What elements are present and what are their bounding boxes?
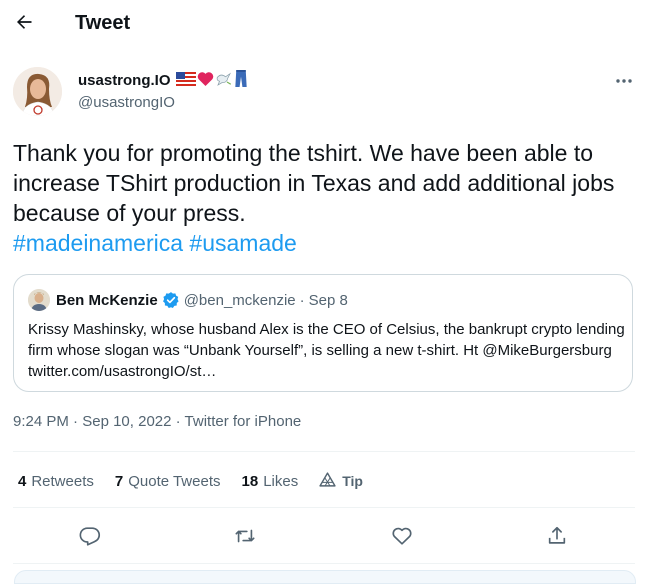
share-icon xyxy=(546,525,568,552)
hashtag-link[interactable]: #madeinamerica xyxy=(13,230,183,256)
quote-date: Sep 8 xyxy=(308,291,348,309)
more-icon xyxy=(615,71,633,89)
quote-author-name: Ben McKenzie xyxy=(56,291,158,309)
page-title: Tweet xyxy=(75,12,131,34)
quote-author-handle: @ben_mckenzie xyxy=(183,291,296,309)
tip-button[interactable]: Tip xyxy=(319,472,363,490)
author-display-name: usastrong.IO xyxy=(78,72,171,89)
quotes-label: Quote Tweets xyxy=(128,472,221,490)
author-handle[interactable]: @usastrongIO xyxy=(78,94,175,111)
like-icon xyxy=(391,525,413,552)
author-avatar[interactable] xyxy=(13,67,62,116)
quote-body: Krissy Mashinsky, whose husband Alex is … xyxy=(28,321,625,380)
tweet-actions xyxy=(0,518,648,558)
retweets-count: 4 xyxy=(18,472,27,490)
red-heart-icon xyxy=(197,71,214,90)
reply-button[interactable] xyxy=(75,523,105,553)
likes-label: Likes xyxy=(263,472,299,490)
tip-icon xyxy=(319,472,342,490)
retweet-icon xyxy=(233,525,257,552)
reply-icon xyxy=(79,525,101,552)
timestamp-separator: · xyxy=(73,413,79,430)
likes-stat[interactable]: 18 Likes xyxy=(242,473,299,490)
divider xyxy=(13,563,635,564)
retweets-stat[interactable]: 4 Retweets xyxy=(18,473,94,490)
author-name[interactable]: usastrong.IO xyxy=(78,70,248,91)
like-button[interactable] xyxy=(387,523,417,553)
tweet-body: Thank you for promoting the tshirt. We h… xyxy=(13,140,615,226)
engagement-stats: 4 Retweets 7 Quote Tweets 18 Likes Tip xyxy=(18,472,363,490)
timestamp-separator: · xyxy=(175,413,181,430)
likes-count: 18 xyxy=(241,472,259,490)
more-options-button[interactable] xyxy=(611,70,637,90)
tweet-timestamp: 9:24 PM · Sep 10, 2022 · Twitter for iPh… xyxy=(13,413,301,430)
quote-tweets-stat[interactable]: 7 Quote Tweets xyxy=(115,473,221,490)
retweet-button[interactable] xyxy=(230,523,260,553)
quote-tweet-card[interactable]: Ben McKenzie @ben_mckenzie · Sep 8 Kriss… xyxy=(13,274,633,392)
quotes-count: 7 xyxy=(114,472,124,490)
tweet-text: Thank you for promoting the tshirt. We h… xyxy=(13,138,635,258)
tweet-source[interactable]: Twitter for iPhone xyxy=(185,413,302,430)
quote-header: Ben McKenzie @ben_mckenzie · Sep 8 xyxy=(56,291,348,309)
share-button[interactable] xyxy=(542,523,572,553)
quote-author-avatar xyxy=(28,289,50,311)
tweet-header: Tweet xyxy=(0,0,648,50)
retweets-label: Retweets xyxy=(31,472,94,490)
dove-icon xyxy=(215,71,233,91)
arrow-left-icon xyxy=(14,12,34,37)
divider xyxy=(13,451,635,452)
tip-label: Tip xyxy=(342,473,363,489)
tweet-time[interactable]: 9:24 PM xyxy=(13,413,69,430)
back-button[interactable] xyxy=(10,10,38,38)
hashtag-link[interactable]: #usamade xyxy=(189,230,296,256)
us-flag-icon xyxy=(175,71,196,90)
jeans-icon xyxy=(234,70,248,91)
reply-composer-edge xyxy=(14,570,636,584)
divider xyxy=(13,507,635,508)
verified-badge-icon xyxy=(162,291,180,309)
tweet-date[interactable]: Sep 10, 2022 xyxy=(82,413,171,430)
quote-separator: · xyxy=(299,291,305,309)
name-emojis xyxy=(175,70,248,91)
